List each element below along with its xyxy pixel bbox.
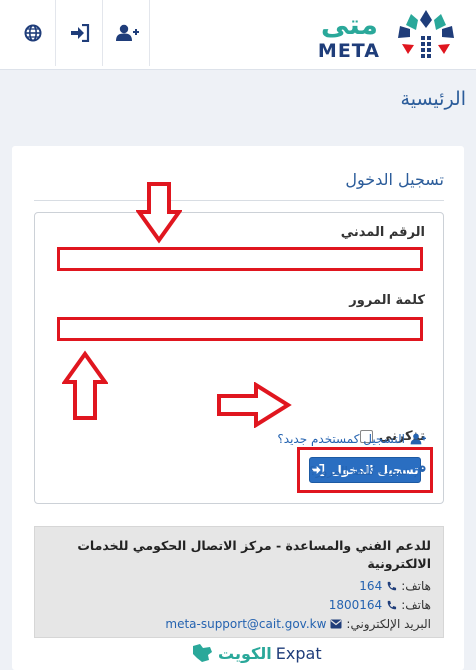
envelope-icon [330,619,342,629]
globe-icon [24,24,41,42]
register-link[interactable]: التسجيل كمستخدم جديد؟ [277,432,426,446]
arrow-down-icon [136,182,182,244]
phone-value[interactable]: 1800164 [329,598,382,612]
phone-icon [387,581,397,590]
sign-in-icon [70,24,89,42]
logo-arabic-text: متى [320,8,378,41]
support-phone-2: هاتف: 1800164 [329,598,431,612]
register-nav-button[interactable] [104,0,150,66]
phone-label: هاتف: [401,598,431,612]
expat-logo: الكويت Expat [190,642,322,664]
support-box: للدعم الفني والمساعدة - مركز الاتصال الح… [34,526,444,638]
login-title: تسجيل الدخول [345,170,444,189]
logo-latin-text: META [317,40,380,62]
forgot-password-label[interactable]: نسيت كلمة المرور؟ [309,464,408,478]
page-title: الرئيسية [400,88,466,110]
forgot-password-link[interactable]: نسيت كلمة المرور؟ [309,464,426,478]
email-value[interactable]: meta-support@cait.gov.kw [165,617,326,631]
register-link-label[interactable]: التسجيل كمستخدم جديد؟ [277,432,405,446]
key-icon [413,464,426,477]
arrow-up-icon [62,350,108,420]
support-title: للدعم الفني والمساعدة - مركز الاتصال الح… [77,538,431,571]
civil-id-label: الرقم المدني [340,225,425,240]
support-email: البريد الإلكتروني: meta-support@cait.gov… [165,617,431,631]
user-plus-icon [115,24,139,41]
civil-id-input[interactable] [57,247,423,271]
language-button[interactable] [10,0,56,66]
user-plus-icon [410,433,426,445]
support-phone-1: هاتف: 164 [359,579,431,593]
login-nav-button[interactable] [57,0,103,66]
email-label: البريد الإلكتروني: [346,617,431,631]
meta-emblem-icon [398,10,454,58]
arrow-right-icon [217,382,292,428]
phone-label: هاتف: [401,579,431,593]
divider [34,200,444,201]
expat-logo-latin: Expat [275,643,322,663]
expat-logo-arabic: الكويت [218,643,272,663]
phone-value[interactable]: 164 [359,579,382,593]
password-input[interactable] [57,317,423,341]
kuwait-map-icon [193,644,212,662]
phone-icon [387,600,397,609]
top-navbar: متى META [0,0,476,70]
password-label: كلمة المرور [349,293,425,308]
